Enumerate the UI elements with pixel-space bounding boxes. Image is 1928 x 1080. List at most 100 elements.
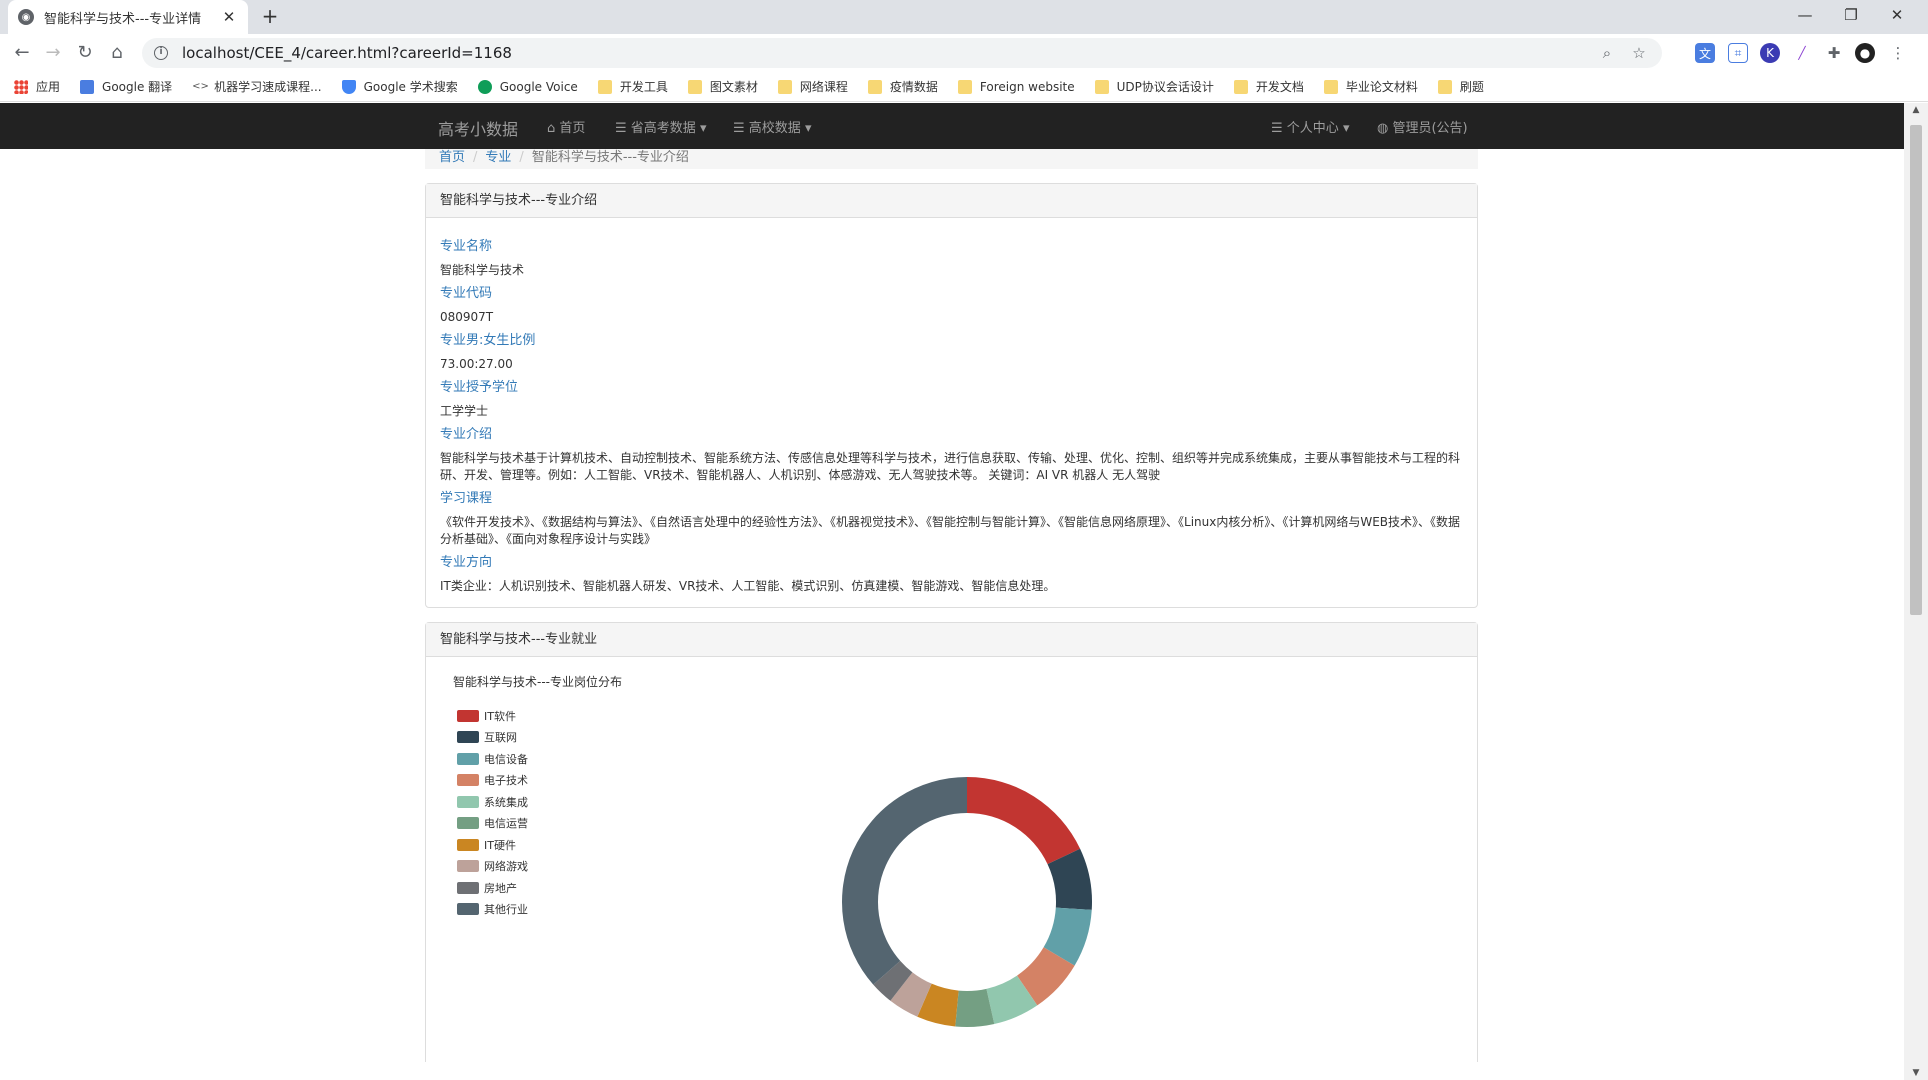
breadcrumb-major[interactable]: 专业 — [485, 149, 511, 169]
site-navbar: 高考小数据 ⌂ 首页 ☰ 省高考数据 ▾ ☰ 高校数据 ▾ ☰ 个人中心 ▾ ◍… — [0, 103, 1904, 149]
list-icon: ☰ — [615, 121, 627, 136]
intro-panel-body: 专业名称 智能科学与技术 专业代码 080907T 专业男:女生比例 73.00… — [426, 218, 1477, 607]
nav-admin-notice[interactable]: ◍ 管理员(公告) — [1377, 117, 1468, 136]
field-label: 专业授予学位 — [440, 380, 519, 395]
back-icon[interactable]: ← — [9, 40, 35, 66]
field-label: 专业方向 — [440, 555, 493, 570]
employment-panel-heading: 智能科学与技术---专业就业 — [426, 623, 1477, 657]
folder-icon — [1094, 79, 1109, 94]
field-value: 工学学士 — [440, 404, 489, 418]
bookmark-foreign[interactable]: Foreign website — [957, 79, 1075, 94]
caret-down-icon: ▾ — [1342, 121, 1350, 136]
bookmark-scholar[interactable]: Google 学术搜索 — [341, 78, 458, 95]
code-icon: <> — [192, 79, 209, 94]
scroll-down-icon[interactable]: ▼ — [1904, 1068, 1928, 1078]
bookmark-voice[interactable]: Google Voice — [477, 79, 578, 94]
phone-icon — [477, 79, 492, 94]
caret-down-icon: ▾ — [699, 121, 707, 136]
home-icon[interactable]: ⌂ — [104, 40, 130, 66]
browser-tab[interactable]: ◉ 智能科学与技术---专业详情 ✕ — [8, 0, 248, 34]
breadcrumb: 首页 / 专业 / 智能科学与技术---专业介绍 — [425, 149, 1478, 169]
breadcrumb-home[interactable]: 首页 — [439, 149, 465, 169]
bookmark-courses[interactable]: 网络课程 — [777, 78, 848, 95]
browser-toolbar: ← → ↻ ⌂ i localhost/CEE_4/career.html?ca… — [0, 34, 1928, 72]
info-icon[interactable]: i — [154, 46, 168, 60]
donut-slice[interactable] — [842, 777, 967, 985]
folder-icon — [597, 79, 612, 94]
forward-icon[interactable]: → — [40, 40, 66, 66]
field-value: 智能科学与技术 — [440, 263, 525, 277]
bookmark-thesis[interactable]: 毕业论文材料 — [1323, 78, 1418, 95]
url-text[interactable]: localhost/CEE_4/career.html?careerId=116… — [182, 44, 1586, 62]
field-value: 《软件开发技术》、《数据结构与算法》、《自然语言处理中的经验性方法》、《机器视觉… — [440, 515, 1461, 546]
bookmark-practice[interactable]: 刷题 — [1437, 78, 1484, 95]
pen-extension-icon[interactable]: ╱ — [1792, 43, 1812, 63]
bookmark-apps[interactable]: 应用 — [14, 78, 60, 95]
nav-college-data[interactable]: ☰ 高校数据 ▾ — [733, 117, 811, 136]
scroll-thumb[interactable] — [1910, 125, 1922, 615]
translate-extension-icon[interactable]: 文 — [1695, 43, 1715, 63]
field-value: 73.00:27.00 — [440, 357, 513, 371]
k-extension-icon[interactable]: K — [1760, 43, 1780, 63]
field-label: 专业名称 — [440, 239, 493, 254]
scholar-icon — [341, 79, 356, 94]
folder-icon — [1323, 79, 1338, 94]
star-icon[interactable]: ☆ — [1628, 44, 1650, 62]
field-label: 专业男:女生比例 — [440, 333, 536, 348]
close-tab-icon[interactable]: ✕ — [220, 8, 238, 26]
list-icon: ☰ — [1271, 121, 1283, 136]
folder-icon — [867, 79, 882, 94]
employment-panel: 智能科学与技术---专业就业 智能科学与技术---专业岗位分布 IT软件 互联网电… — [425, 622, 1478, 1062]
folder-icon — [1233, 79, 1248, 94]
profile-avatar[interactable]: ● — [1855, 43, 1875, 63]
restore-icon[interactable]: ❐ — [1828, 0, 1874, 30]
field-value: 智能科学与技术基于计算机技术、自动控制技术、智能系统方法、传感信息处理等科学与技… — [440, 451, 1461, 482]
zoom-icon[interactable]: ⌕ — [1596, 44, 1618, 62]
globe-icon: ◍ — [1377, 121, 1389, 136]
breadcrumb-current: 智能科学与技术---专业介绍 — [531, 150, 689, 165]
bookmark-translate[interactable]: Google 翻译 — [80, 78, 172, 95]
field-value: 080907T — [440, 310, 494, 324]
minimize-icon[interactable]: — — [1782, 0, 1828, 30]
folder-icon — [957, 79, 972, 94]
intro-panel-heading: 智能科学与技术---专业介绍 — [426, 184, 1477, 218]
bookmark-epidemic[interactable]: 疫情数据 — [867, 78, 938, 95]
list-icon: ☰ — [733, 121, 745, 136]
field-label: 专业介绍 — [440, 427, 493, 442]
bookmark-docs[interactable]: 开发文档 — [1233, 78, 1304, 95]
scroll-up-icon[interactable]: ▲ — [1904, 105, 1928, 115]
field-label: 学习课程 — [440, 491, 493, 506]
crop-extension-icon[interactable]: ⌗ — [1728, 43, 1748, 63]
folder-icon — [687, 79, 702, 94]
site-brand[interactable]: 高考小数据 — [438, 116, 518, 140]
reload-icon[interactable]: ↻ — [72, 40, 98, 66]
donut-chart — [842, 777, 1092, 1027]
translate-icon — [80, 79, 95, 94]
caret-down-icon: ▾ — [804, 121, 812, 136]
field-label: 专业代码 — [440, 286, 493, 301]
browser-tab-bar: ◉ 智能科学与技术---专业详情 ✕ + — ❐ ✕ — [0, 0, 1928, 34]
bookmarks-bar: 应用 Google 翻译 <> 机器学习速成课程... Google 学术搜索 … — [0, 72, 1928, 102]
tab-title: 智能科学与技术---专业详情 — [44, 11, 202, 27]
main-container: 首页 / 专业 / 智能科学与技术---专业介绍 智能科学与技术---专业介绍 … — [425, 149, 1478, 1062]
bookmark-dev-tools[interactable]: 开发工具 — [597, 78, 668, 95]
apps-icon — [14, 79, 28, 94]
globe-icon: ◉ — [18, 9, 34, 25]
menu-icon[interactable]: ⋮ — [1888, 43, 1908, 63]
intro-panel: 智能科学与技术---专业介绍 专业名称 智能科学与技术 专业代码 080907T… — [425, 183, 1478, 608]
new-tab-icon[interactable]: + — [258, 5, 282, 29]
field-value: IT类企业：人机识别技术、智能机器人研发、VR技术、人工智能、模式识别、仿真建模… — [440, 579, 1056, 593]
nav-province-data[interactable]: ☰ 省高考数据 ▾ — [615, 117, 706, 136]
bookmark-udp[interactable]: UDP协议会话设计 — [1094, 78, 1214, 95]
nav-home[interactable]: ⌂ 首页 — [547, 117, 585, 136]
bookmark-images[interactable]: 图文素材 — [687, 78, 758, 95]
folder-icon — [1437, 79, 1452, 94]
page-scrollbar[interactable]: ▲ ▼ — [1904, 103, 1928, 1080]
home-icon: ⌂ — [547, 121, 556, 136]
donut-slice[interactable] — [967, 777, 1081, 865]
close-window-icon[interactable]: ✕ — [1874, 0, 1920, 30]
puzzle-icon[interactable]: ✚ — [1824, 43, 1844, 63]
address-bar[interactable]: i localhost/CEE_4/career.html?careerId=1… — [142, 38, 1662, 68]
bookmark-ml-course[interactable]: <> 机器学习速成课程... — [192, 78, 322, 95]
nav-personal-center[interactable]: ☰ 个人中心 ▾ — [1271, 117, 1349, 136]
